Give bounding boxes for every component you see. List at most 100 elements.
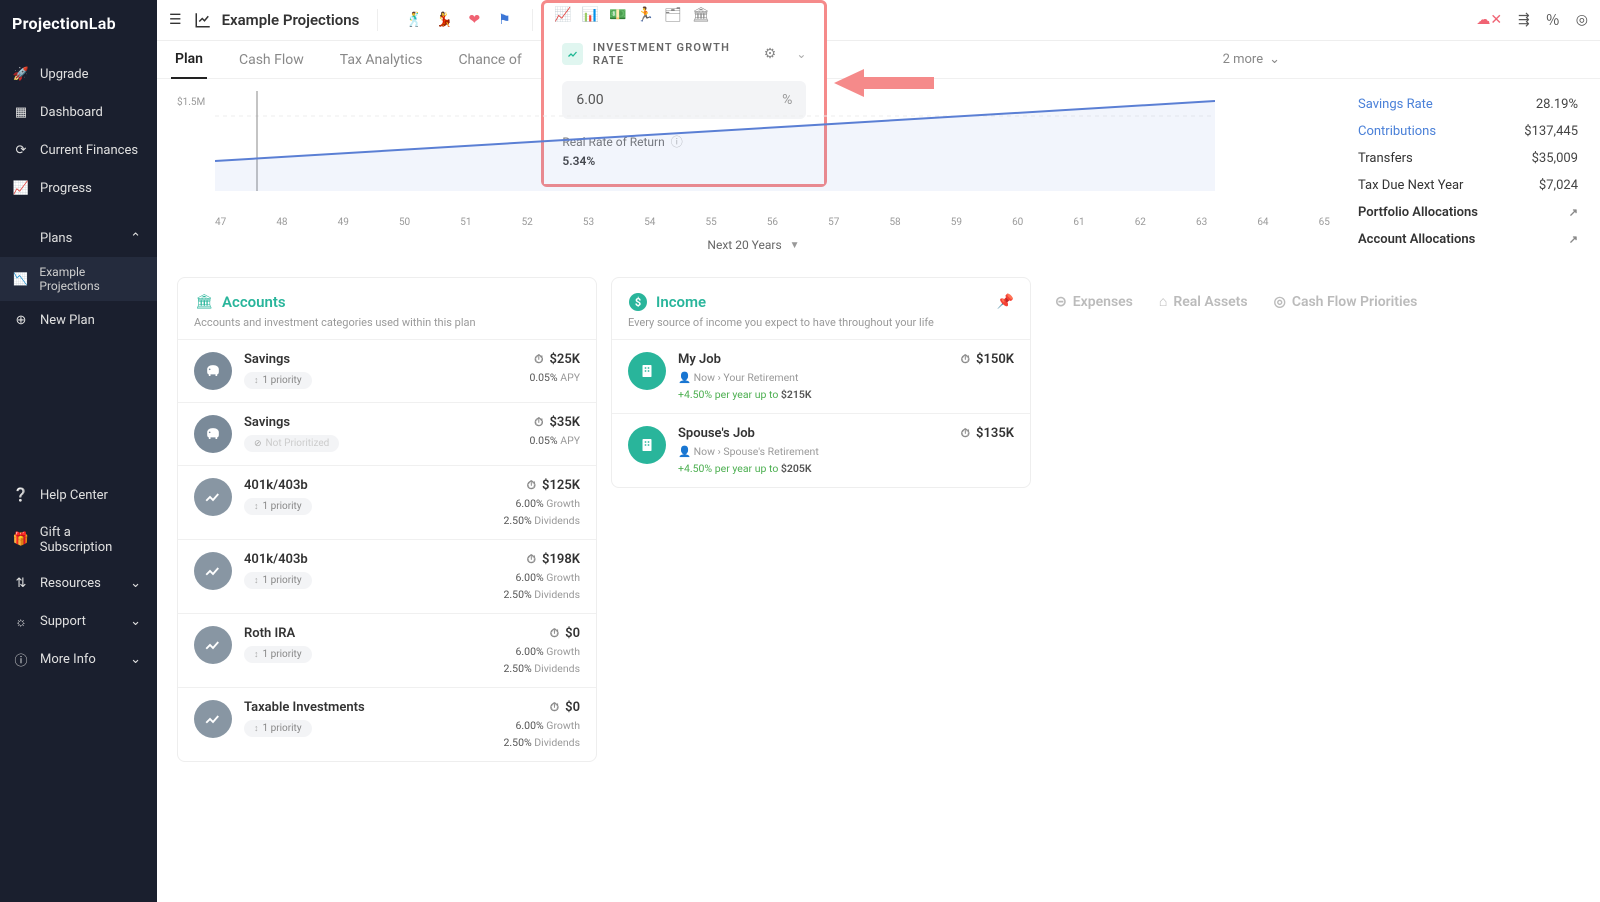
sidebar: ProjectionLab 🚀Upgrade ▦Dashboard ⟳Curre… <box>0 0 157 902</box>
chevron-down-icon: ⌄ <box>1269 52 1280 67</box>
target-icon: ◎ <box>1274 294 1286 310</box>
growth-icon[interactable]: 📈 <box>554 7 571 23</box>
nav-plans[interactable]: Plans⌃ <box>0 219 157 257</box>
growth-icon <box>194 626 232 664</box>
building-icon <box>628 426 666 464</box>
percent-icon[interactable]: ％ <box>1546 10 1560 30</box>
account-name: 401k/403b <box>244 478 492 493</box>
y-axis-label: $1.5M <box>177 97 205 108</box>
chart-area: $1.5M 4748495051525354555657585960616263… <box>157 79 1350 265</box>
income-name: Spouse's Job <box>678 426 949 441</box>
tab-chance[interactable]: Chance of <box>454 42 525 78</box>
account-amount: $35K <box>549 415 580 430</box>
growth2-icon[interactable]: 📊 <box>582 7 599 23</box>
account-row[interactable]: Savings ⊘Not Prioritized ⏱$35K 0.05% APY <box>178 402 596 465</box>
growth-icon <box>194 552 232 590</box>
person-run-icon[interactable]: 🏃 <box>637 7 654 23</box>
chart-range-selector[interactable]: Next 20 Years▼ <box>177 238 1330 252</box>
income-row[interactable]: My Job 👤 Now › Your Retirement +4.50% pe… <box>612 339 1030 413</box>
chevron-down-icon[interactable]: ⌄ <box>796 47 806 61</box>
expenses-tab[interactable]: ⊝Expenses <box>1055 294 1133 310</box>
nav-help[interactable]: ❔Help Center <box>0 477 157 515</box>
account-amount: $25K <box>549 352 580 367</box>
account-row[interactable]: Roth IRA ↕1 priority ⏱$0 6.00% Growth 2.… <box>178 613 596 687</box>
account-amount: $0 <box>565 626 580 641</box>
nav-support[interactable]: ☼Support⌄ <box>0 603 157 641</box>
account-amount: $125K <box>542 478 580 493</box>
piggy-icon <box>194 352 232 390</box>
page-title: Example Projections <box>222 11 360 29</box>
accounts-card: 🏛 Accounts Accounts and investment categ… <box>177 277 597 762</box>
account-row[interactable]: 401k/403b ↕1 priority ⏱$198K 6.00% Growt… <box>178 539 596 613</box>
person2-icon[interactable]: 💃 <box>434 10 454 30</box>
gear-icon[interactable]: ⚙ <box>764 46 777 62</box>
plus-circle-icon: ⊕ <box>12 311 30 329</box>
chevron-down-icon: ▼ <box>790 240 800 251</box>
popover-title: INVESTMENT GROWTH RATE <box>593 41 754 67</box>
account-name: Savings <box>244 352 517 367</box>
account-row[interactable]: 401k/403b ↕1 priority ⏱$125K 6.00% Growt… <box>178 465 596 539</box>
chart-icon: 📈 <box>12 179 30 197</box>
account-row[interactable]: Taxable Investments ↕1 priority ⏱$0 6.00… <box>178 687 596 761</box>
chevron-down-icon: ⌄ <box>130 576 141 591</box>
account-amount: $0 <box>565 700 580 715</box>
nav-more[interactable]: ⓘMore Info⌄ <box>0 641 157 679</box>
heart-icon[interactable]: ❤ <box>464 10 484 30</box>
bank-icon[interactable]: 🏛 <box>692 7 710 23</box>
priority-chip: ↕1 priority <box>244 372 312 389</box>
real-assets-tab[interactable]: ⌂Real Assets <box>1159 293 1248 310</box>
help-icon: ❔ <box>12 487 30 505</box>
account-name: Savings <box>244 415 517 430</box>
timer-icon: ⏱ <box>961 426 970 441</box>
nav-resources[interactable]: ⇅Resources⌄ <box>0 565 157 603</box>
tab-plan[interactable]: Plan <box>171 41 207 79</box>
growth-chip-icon <box>562 43 583 65</box>
net-worth-chart[interactable] <box>215 91 1215 191</box>
contributions-label[interactable]: Contributions <box>1358 124 1436 139</box>
person1-icon[interactable]: 🕺 <box>404 10 424 30</box>
lifebuoy-icon: ☼ <box>12 613 30 631</box>
piggy-icon <box>194 415 232 453</box>
income-row[interactable]: Spouse's Job 👤 Now › Spouse's Retirement… <box>612 413 1030 487</box>
expand-icon: ↗ <box>1569 206 1578 219</box>
nav-progress[interactable]: 📈Progress <box>0 169 157 207</box>
pin-icon[interactable]: 📌 <box>997 294 1014 310</box>
target-icon[interactable]: ◎ <box>1576 12 1588 28</box>
tabs-more[interactable]: 2 more ⌄ <box>1223 52 1280 67</box>
account-allocations[interactable]: Account Allocations↗ <box>1358 226 1578 253</box>
tax-label: Tax Due Next Year <box>1358 178 1463 193</box>
tab-tax[interactable]: Tax Analytics <box>336 42 427 78</box>
nav-upgrade[interactable]: 🚀Upgrade <box>0 55 157 93</box>
cloud-off-icon[interactable]: ☁✕ <box>1476 12 1502 28</box>
account-row[interactable]: Savings ↕1 priority ⏱$25K 0.05% APY <box>178 339 596 402</box>
nav-new-plan[interactable]: ⊕New Plan <box>0 301 157 339</box>
flag-icon[interactable]: ⚑ <box>494 10 514 30</box>
savings-rate-label[interactable]: Savings Rate <box>1358 97 1433 112</box>
x-axis: 47484950515253545556575859606162636465 <box>177 217 1330 228</box>
income-amount: $150K <box>976 352 1014 367</box>
money-icon[interactable]: 💵 <box>609 7 626 23</box>
refresh-icon: ⟳ <box>12 141 30 159</box>
tab-cashflow[interactable]: Cash Flow <box>235 42 308 78</box>
nav-example-projections[interactable]: 📉Example Projections <box>0 257 157 301</box>
income-name: My Job <box>678 352 949 367</box>
nav-gift[interactable]: 🎁Gift a Subscription <box>0 515 157 565</box>
account-amount: $198K <box>542 552 580 567</box>
nav-current-finances[interactable]: ⟳Current Finances <box>0 131 157 169</box>
cashflow-priorities-tab[interactable]: ◎Cash Flow Priorities <box>1274 294 1418 310</box>
growth-icon <box>194 478 232 516</box>
timer-icon: ⏱ <box>534 415 543 430</box>
nav-dashboard[interactable]: ▦Dashboard <box>0 93 157 131</box>
priority-chip: ↕1 priority <box>244 572 312 589</box>
dollar-circle-icon: ⊝ <box>1055 294 1067 310</box>
growth-icon <box>194 700 232 738</box>
summary-panel: Savings Rate28.19% Contributions$137,445… <box>1350 79 1600 265</box>
priority-chip: ⊘Not Prioritized <box>244 435 339 452</box>
filter-icon[interactable]: ⇶ <box>1518 12 1530 28</box>
ledger-icon[interactable]: 🗂 <box>664 7 682 23</box>
grid-icon: ▦ <box>12 103 30 121</box>
menu-icon[interactable]: ☰ <box>169 12 182 28</box>
timer-icon: ⏱ <box>534 352 543 367</box>
portfolio-allocations[interactable]: Portfolio Allocations↗ <box>1358 199 1578 226</box>
income-card: $ Income 📌 Every source of income you ex… <box>611 277 1031 488</box>
